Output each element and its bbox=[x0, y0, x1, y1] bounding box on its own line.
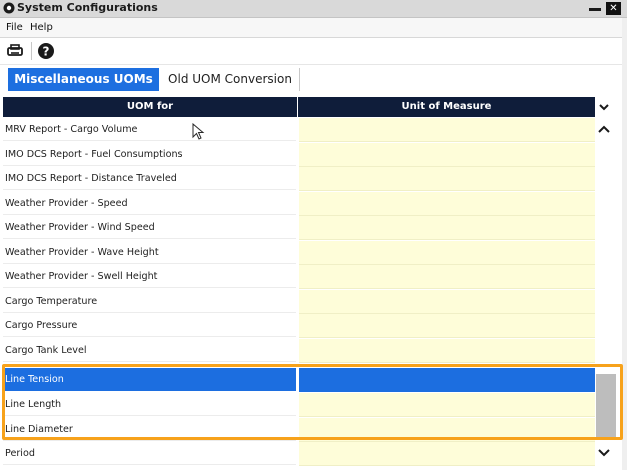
uom-value-cell[interactable] bbox=[299, 142, 595, 167]
column-header-unit-of-measure[interactable]: Unit of Measure bbox=[298, 97, 595, 117]
table-row[interactable]: IMO DCS Report - Distance Traveled bbox=[3, 167, 595, 191]
uom-value-cell[interactable] bbox=[299, 442, 595, 466]
table-row[interactable]: Weather Provider - Speed bbox=[3, 191, 595, 216]
uom-value-cell[interactable] bbox=[299, 118, 595, 142]
uom-label: IMO DCS Report - Distance Traveled bbox=[3, 167, 296, 190]
menu-bar: File Help bbox=[0, 18, 627, 38]
uom-label: Weather Provider - Wave Height bbox=[3, 241, 296, 264]
chevron-down-icon[interactable] bbox=[596, 99, 612, 115]
table-row[interactable]: Cargo Pressure bbox=[3, 314, 595, 338]
menu-file[interactable]: File bbox=[6, 21, 23, 34]
app-icon bbox=[3, 2, 15, 14]
toolbar: ? bbox=[0, 38, 627, 65]
help-circle-icon[interactable]: ? bbox=[37, 42, 55, 60]
uom-label: Period bbox=[3, 442, 296, 465]
tab-miscellaneous-uoms[interactable]: Miscellaneous UOMs bbox=[8, 68, 159, 91]
uom-value-cell[interactable] bbox=[299, 191, 595, 216]
uom-label: MRV Report - Cargo Volume bbox=[3, 118, 296, 141]
table-row[interactable]: Cargo Tank Level bbox=[3, 338, 595, 363]
tab-bar: Miscellaneous UOMs Old UOM Conversion bbox=[0, 66, 627, 93]
uom-label: Cargo Tank Level bbox=[3, 339, 296, 362]
uom-label: IMO DCS Report - Fuel Consumptions bbox=[3, 143, 296, 166]
uom-label: Weather Provider - Wind Speed bbox=[3, 216, 296, 239]
table-row[interactable]: MRV Report - Cargo Volume bbox=[3, 118, 595, 142]
uom-label: Cargo Pressure bbox=[3, 314, 296, 337]
table-row[interactable]: Weather Provider - Wave Height bbox=[3, 240, 595, 265]
uom-value-cell[interactable] bbox=[299, 338, 595, 363]
svg-text:?: ? bbox=[43, 45, 50, 59]
table-row[interactable]: Period bbox=[3, 442, 595, 466]
uom-value-cell[interactable] bbox=[299, 314, 595, 338]
table-row[interactable]: Weather Provider - Swell Height bbox=[3, 265, 595, 289]
table-row[interactable]: IMO DCS Report - Fuel Consumptions bbox=[3, 142, 595, 167]
window-title: System Configurations bbox=[17, 1, 158, 14]
mouse-cursor-icon bbox=[192, 123, 205, 140]
printer-icon[interactable] bbox=[6, 42, 24, 60]
table-row[interactable]: Weather Provider - Wind Speed bbox=[3, 216, 595, 240]
title-bar: System Configurations ✕ bbox=[0, 0, 627, 18]
uom-label: Cargo Temperature bbox=[3, 290, 296, 313]
uom-value-cell[interactable] bbox=[299, 216, 595, 240]
table-row[interactable]: Cargo Temperature bbox=[3, 289, 595, 314]
scroll-down-icon[interactable] bbox=[596, 446, 612, 460]
uom-value-cell[interactable] bbox=[299, 240, 595, 265]
toolbar-separator bbox=[31, 42, 32, 60]
close-button[interactable]: ✕ bbox=[606, 2, 621, 15]
minimize-button[interactable] bbox=[589, 8, 601, 11]
uom-label: Weather Provider - Speed bbox=[3, 192, 296, 215]
uom-value-cell[interactable] bbox=[299, 289, 595, 314]
scroll-up-icon[interactable] bbox=[596, 122, 612, 136]
menu-help[interactable]: Help bbox=[30, 21, 53, 34]
uom-value-cell[interactable] bbox=[299, 167, 595, 191]
grid-header: UOM for Unit of Measure bbox=[3, 97, 595, 117]
annotation-highlight-box bbox=[2, 364, 623, 440]
column-header-uom-for[interactable]: UOM for bbox=[3, 97, 297, 117]
uom-value-cell[interactable] bbox=[299, 265, 595, 289]
uom-label: Weather Provider - Swell Height bbox=[3, 265, 296, 288]
tab-old-uom-conversion[interactable]: Old UOM Conversion bbox=[161, 68, 300, 91]
